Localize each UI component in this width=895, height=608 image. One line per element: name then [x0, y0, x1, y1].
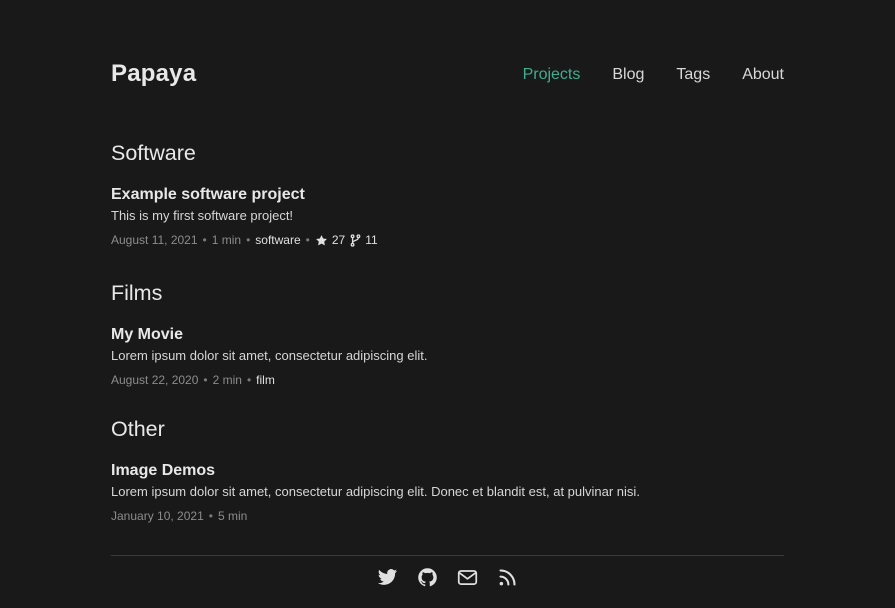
star-icon: [315, 234, 327, 245]
section-heading: Films: [111, 281, 163, 305]
section-software: Software Example software project This i…: [111, 141, 784, 247]
email-icon: [457, 570, 478, 585]
project-title-link[interactable]: Image Demos: [111, 462, 215, 480]
stars-count[interactable]: 27: [315, 233, 345, 247]
project-meta: August 11, 2021 • 1 min • software • 27 …: [111, 233, 784, 247]
nav-item-tags[interactable]: Tags: [676, 66, 710, 84]
project-description: Lorem ipsum dolor sit amet, consectetur …: [111, 348, 428, 363]
project-read-time: 1 min: [211, 233, 242, 247]
project-date: August 11, 2021: [111, 233, 198, 247]
site-footer: [111, 555, 784, 608]
project-description: Lorem ipsum dolor sit amet, consectetur …: [111, 484, 640, 499]
project-date: January 10, 2021: [111, 509, 204, 523]
section-films: Films My Movie Lorem ipsum dolor sit ame…: [111, 281, 784, 387]
nav-item-about[interactable]: About: [742, 66, 784, 84]
main-nav: Projects Blog Tags About: [523, 66, 784, 84]
meta-separator: •: [202, 233, 207, 247]
project-title-link[interactable]: Example software project: [111, 186, 305, 204]
site-header: Papaya Projects Blog Tags About: [111, 60, 784, 92]
social-links: [111, 567, 784, 588]
meta-separator: •: [208, 509, 213, 523]
site-title-link[interactable]: Papaya: [111, 60, 196, 88]
tag-link-film[interactable]: film: [256, 373, 275, 387]
project-date: August 22, 2020: [111, 373, 199, 387]
section-heading: Software: [111, 141, 196, 165]
meta-separator: •: [246, 233, 251, 247]
stars-value: 27: [331, 233, 346, 247]
project-description: This is my first software project!: [111, 208, 294, 223]
section-other: Other Image Demos Lorem ipsum dolor sit …: [111, 417, 784, 523]
github-icon: [418, 568, 437, 587]
project-meta: August 22, 2020 • 2 min • film: [111, 373, 784, 387]
rss-link[interactable]: [497, 567, 518, 588]
meta-separator: •: [246, 373, 252, 387]
project-meta: January 10, 2021 • 5 min: [111, 509, 784, 523]
rss-icon: [499, 569, 516, 586]
tag-link-software[interactable]: software: [255, 233, 300, 247]
email-link[interactable]: [457, 567, 478, 588]
twitter-icon: [377, 569, 398, 585]
nav-item-projects[interactable]: Projects: [523, 66, 581, 84]
nav-item-blog[interactable]: Blog: [612, 66, 644, 84]
github-link[interactable]: [417, 567, 438, 588]
project-read-time: 2 min: [212, 373, 242, 387]
section-heading: Other: [111, 417, 165, 441]
project-read-time: 5 min: [217, 509, 248, 523]
meta-separator: •: [203, 373, 208, 387]
twitter-link[interactable]: [377, 567, 398, 588]
meta-separator: •: [305, 233, 310, 247]
project-title-link[interactable]: My Movie: [111, 326, 183, 344]
forks-count[interactable]: 11: [350, 233, 378, 247]
fork-icon: [350, 233, 361, 247]
forks-value: 11: [365, 233, 378, 247]
